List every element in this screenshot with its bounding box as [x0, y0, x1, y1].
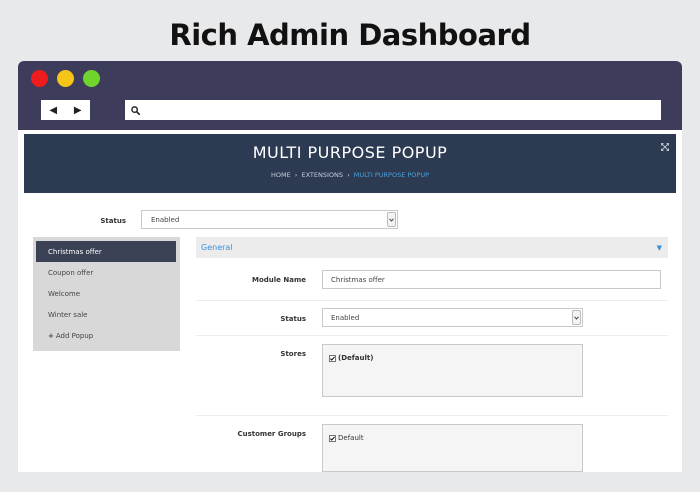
popup-item-winter-sale[interactable]: Winter sale: [36, 304, 176, 325]
minimize-window-dot[interactable]: [57, 70, 74, 87]
breadcrumb-current: MULTI PURPOSE POPUP: [353, 171, 430, 179]
breadcrumb-home[interactable]: HOME: [271, 171, 291, 179]
page-header: MULTI PURPOSE POPUP HOME › EXTENSIONS › …: [24, 134, 676, 193]
page-headline: Rich Admin Dashboard: [169, 18, 531, 52]
stores-label: Stores: [280, 350, 306, 358]
browser-window: ◀ ▶ MULTI PURPOSE POPUP HOME › EXTENSION…: [18, 61, 682, 472]
customer-groups-listbox: Default: [322, 424, 583, 472]
customer-group-option-default[interactable]: Default: [329, 434, 364, 442]
breadcrumb: HOME › EXTENSIONS › MULTI PURPOSE POPUP: [24, 171, 676, 179]
maximize-window-dot[interactable]: [83, 70, 100, 87]
plus-icon: +: [48, 331, 54, 340]
popup-item-welcome[interactable]: Welcome: [36, 283, 176, 304]
store-option-label: (Default): [338, 354, 374, 362]
module-name-input[interactable]: Christmas offer: [322, 270, 661, 289]
store-option-default[interactable]: (Default): [329, 354, 373, 362]
chevron-down-icon: ▼: [656, 244, 662, 252]
status-filter-value: Enabled: [151, 215, 180, 224]
add-popup-label: Add Popup: [55, 331, 94, 340]
status-value: Enabled: [331, 313, 360, 322]
stores-listbox: (Default): [322, 344, 583, 397]
chevron-down-icon: [387, 212, 396, 227]
module-name-value: Christmas offer: [331, 275, 385, 284]
breadcrumb-separator: ›: [347, 171, 350, 179]
breadcrumb-separator: ›: [294, 171, 298, 179]
page-content: MULTI PURPOSE POPUP HOME › EXTENSIONS › …: [18, 130, 682, 472]
expand-icon[interactable]: [660, 142, 670, 152]
section-general-header[interactable]: General ▼: [196, 237, 668, 258]
add-popup-button[interactable]: + Add Popup: [36, 325, 176, 346]
popup-list: Christmas offer Coupon offer Welcome Win…: [33, 237, 180, 351]
search-icon: [131, 105, 140, 115]
section-title: General: [201, 243, 233, 252]
checkbox-checked-icon[interactable]: [329, 434, 336, 442]
breadcrumb-extensions[interactable]: EXTENSIONS: [301, 171, 343, 179]
module-name-row: Module Name Christmas offer: [196, 258, 668, 301]
close-window-dot[interactable]: [31, 70, 48, 87]
status-row: Status Enabled: [196, 301, 668, 336]
status-filter-label: Status: [100, 217, 126, 225]
checkbox-checked-icon[interactable]: [329, 354, 336, 362]
status-label: Status: [280, 315, 306, 323]
stores-row: Stores (Default): [196, 336, 668, 416]
customer-groups-label: Customer Groups: [237, 430, 306, 438]
customer-group-option-label: Default: [338, 434, 364, 442]
popup-item-christmas-offer[interactable]: Christmas offer: [36, 241, 176, 262]
customer-groups-row: Customer Groups Default: [196, 416, 668, 472]
popup-item-coupon-offer[interactable]: Coupon offer: [36, 262, 176, 283]
status-select[interactable]: Enabled: [322, 308, 583, 327]
chevron-down-icon: [572, 310, 581, 325]
forward-button[interactable]: ▶: [74, 105, 82, 116]
address-bar[interactable]: [125, 100, 661, 120]
nav-buttons: ◀ ▶: [41, 100, 90, 120]
module-name-label: Module Name: [252, 276, 306, 284]
back-button[interactable]: ◀: [49, 105, 57, 116]
status-filter-select[interactable]: Enabled: [141, 210, 398, 229]
page-title: MULTI PURPOSE POPUP: [252, 143, 448, 162]
